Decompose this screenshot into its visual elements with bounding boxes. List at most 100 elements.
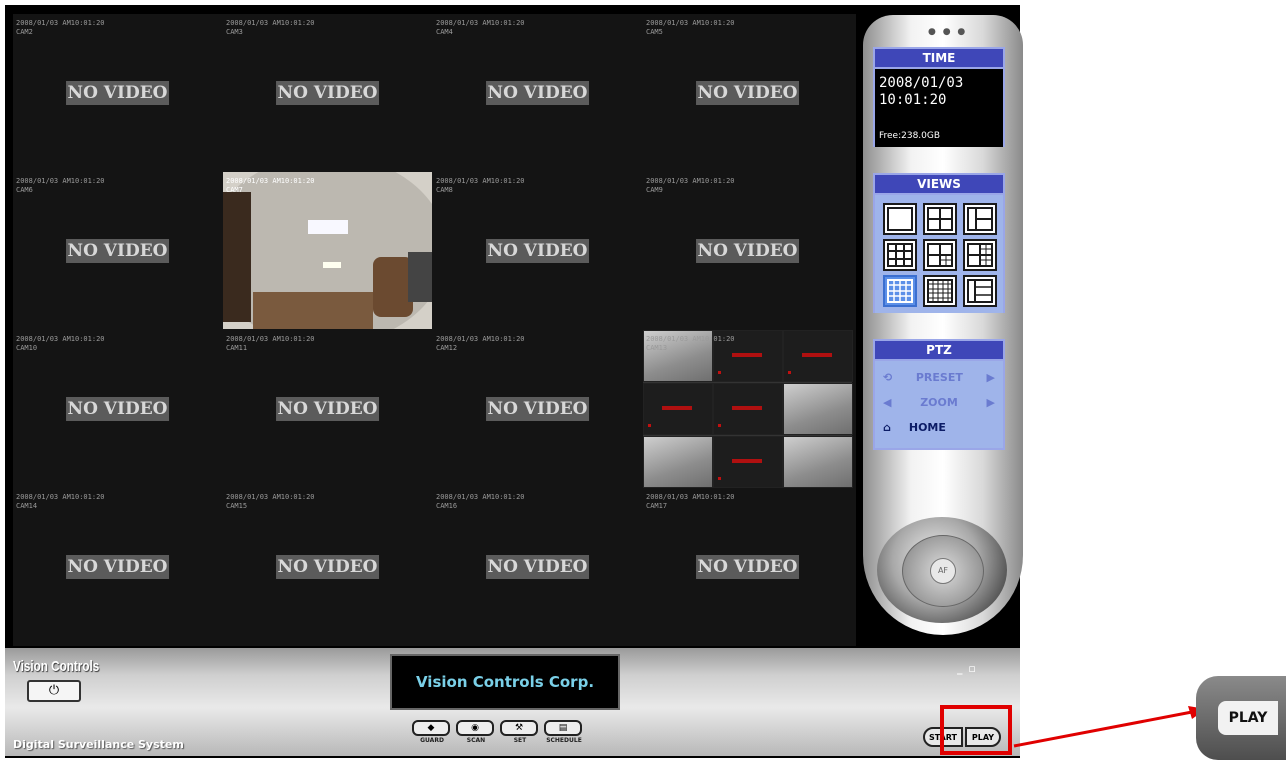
time-display: 2008/01/03 10:01:20 Free:238.0GB: [873, 69, 1005, 147]
camera-timestamp: 2008/01/03 AM10:01:20 CAM4: [436, 19, 525, 36]
set-label: SET: [513, 737, 527, 744]
no-video-label: NO VIDEO: [485, 396, 590, 421]
preset-icon[interactable]: ⟲: [883, 371, 892, 384]
camera-timestamp: 2008/01/03 AM10:01:20 CAM11: [226, 335, 315, 352]
zoom-out-icon[interactable]: ◀: [883, 396, 891, 409]
brand-logo: Vision Controls: [13, 658, 100, 675]
mini-camera-tile: [643, 383, 713, 435]
no-video-label: NO VIDEO: [695, 238, 800, 263]
play-button-zoom: PLAY: [1196, 676, 1286, 760]
calendar-icon: ▤: [544, 720, 582, 736]
no-video-label: NO VIDEO: [65, 554, 170, 579]
views-grid: [873, 195, 1005, 313]
no-video-label: NO VIDEO: [275, 80, 380, 105]
ptz-header: PTZ: [873, 339, 1005, 361]
mini-camera-tile: [713, 436, 783, 488]
camera-cell[interactable]: 2008/01/03 AM10:01:20 CAM17 NO VIDEO: [643, 488, 852, 645]
view-6-button[interactable]: [963, 203, 997, 235]
preset-label: PRESET: [915, 371, 963, 384]
camera-cell[interactable]: 2008/01/03 AM10:01:20 CAM16 NO VIDEO: [433, 488, 642, 645]
joystick-center-button[interactable]: AF: [930, 558, 956, 584]
mini-camera-tile: [783, 436, 853, 488]
no-video-label: NO VIDEO: [485, 238, 590, 263]
camera-cell[interactable]: 2008/01/03 AM10:01:20 CAM6 NO VIDEO: [13, 172, 222, 329]
no-video-label: NO VIDEO: [695, 554, 800, 579]
views-section: VIEWS: [873, 173, 1005, 313]
eye-icon: ◉: [456, 720, 494, 736]
camera-timestamp: 2008/01/03 AM10:01:20 CAM12: [436, 335, 525, 352]
camera-timestamp: 2008/01/03 AM10:01:20 CAM8: [436, 177, 525, 194]
camera-cell[interactable]: 2008/01/03 AM10:01:20 CAM7: [223, 172, 432, 329]
view-9-button[interactable]: [883, 239, 917, 271]
company-display: Vision Controls Corp.: [390, 654, 620, 710]
schedule-button[interactable]: ▤ SCHEDULE: [544, 720, 584, 744]
scan-label: SCAN: [466, 737, 486, 744]
view-25-button[interactable]: [923, 275, 957, 307]
camera-timestamp: 2008/01/03 AM10:01:20 CAM10: [16, 335, 105, 352]
camera-cell[interactable]: 2008/01/03 AM10:01:20 CAM15 NO VIDEO: [223, 488, 432, 645]
view-1-button[interactable]: [883, 203, 917, 235]
camera-timestamp: 2008/01/03 AM10:01:20 CAM17: [646, 493, 735, 510]
mini-camera-tile: [783, 383, 853, 435]
power-icon: ⏻: [48, 683, 60, 698]
guard-button[interactable]: ◆ GUARD: [412, 720, 452, 744]
no-video-label: NO VIDEO: [275, 396, 380, 421]
view-13-button[interactable]: [963, 239, 997, 271]
camera-cell[interactable]: 2008/01/03 AM10:01:20 CAM13: [643, 330, 853, 488]
preset-row: ⟲ PRESET ▶: [875, 365, 1003, 390]
camera-cell[interactable]: 2008/01/03 AM10:01:20 CAM4 NO VIDEO: [433, 14, 642, 171]
scan-button[interactable]: ◉ SCAN: [456, 720, 496, 744]
view-4-button[interactable]: [923, 203, 957, 235]
camera-timestamp: 2008/01/03 AM10:01:20 CAM13: [646, 335, 735, 352]
camera-cell[interactable]: 2008/01/03 AM10:01:20 CAM5 NO VIDEO: [643, 14, 852, 171]
camera-cell[interactable]: 2008/01/03 AM10:01:20 CAM3 NO VIDEO: [223, 14, 432, 171]
home-button[interactable]: ⌂ HOME: [875, 415, 1003, 440]
power-button[interactable]: ⏻: [27, 680, 81, 702]
camera-cell[interactable]: 2008/01/03 AM10:01:20 CAM8 NO VIDEO: [433, 172, 642, 329]
bottom-bar: Vision Controls ⏻ Digital Surveillance S…: [5, 648, 1020, 756]
live-camera-image: [223, 172, 432, 329]
view-custom-button[interactable]: [963, 275, 997, 307]
date-label: 2008/01/03: [879, 75, 964, 91]
preset-next-icon[interactable]: ▶: [987, 371, 995, 384]
view-16-button[interactable]: [883, 275, 917, 307]
zoom-in-icon[interactable]: ▶: [987, 396, 995, 409]
home-label: HOME: [908, 421, 946, 434]
home-icon: ⌂: [883, 421, 891, 434]
zoom-label: ZOOM: [920, 396, 958, 409]
camera-timestamp: 2008/01/03 AM10:01:20 CAM15: [226, 493, 315, 510]
ptz-controls: ⟲ PRESET ▶ ◀ ZOOM ▶ ⌂ HOME: [873, 361, 1005, 450]
camera-cell[interactable]: 2008/01/03 AM10:01:20 CAM14 NO VIDEO: [13, 488, 222, 645]
view-10-button[interactable]: [923, 239, 957, 271]
guard-icon: ◆: [412, 720, 450, 736]
time-header: TIME: [873, 47, 1005, 69]
multi-view-grid: [643, 330, 853, 488]
camera-cell[interactable]: 2008/01/03 AM10:01:20 CAM10 NO VIDEO: [13, 330, 222, 487]
no-video-label: NO VIDEO: [695, 80, 800, 105]
views-header: VIEWS: [873, 173, 1005, 195]
zoom-play-label: PLAY: [1218, 701, 1278, 735]
no-video-label: NO VIDEO: [65, 238, 170, 263]
set-button[interactable]: ⚒ SET: [500, 720, 540, 744]
camera-timestamp: 2008/01/03 AM10:01:20 CAM6: [16, 177, 105, 194]
camera-timestamp: 2008/01/03 AM10:01:20 CAM16: [436, 493, 525, 510]
no-video-label: NO VIDEO: [485, 80, 590, 105]
free-space-label: Free:238.0GB: [879, 131, 941, 141]
mode-buttons: ◆ GUARD ◉ SCAN ⚒ SET ▤ SCHEDULE: [412, 720, 584, 744]
window-controls[interactable]: _ ▫: [957, 662, 977, 675]
ptz-joystick[interactable]: AF: [877, 517, 1007, 623]
camera-cell[interactable]: 2008/01/03 AM10:01:20 CAM2 NO VIDEO: [13, 14, 222, 171]
no-video-label: NO VIDEO: [65, 396, 170, 421]
camera-timestamp: 2008/01/03 AM10:01:20 CAM14: [16, 493, 105, 510]
mini-camera-tile: [783, 330, 853, 382]
camera-timestamp: 2008/01/03 AM10:01:20 CAM7: [226, 177, 315, 194]
camera-timestamp: 2008/01/03 AM10:01:20 CAM3: [226, 19, 315, 36]
camera-timestamp: 2008/01/03 AM10:01:20 CAM2: [16, 19, 105, 36]
camera-cell[interactable]: 2008/01/03 AM10:01:20 CAM12 NO VIDEO: [433, 330, 642, 487]
schedule-label: SCHEDULE: [546, 737, 582, 744]
camera-cell[interactable]: 2008/01/03 AM10:01:20 CAM11 NO VIDEO: [223, 330, 432, 487]
camera-timestamp: 2008/01/03 AM10:01:20 CAM5: [646, 19, 735, 36]
camera-cell[interactable]: 2008/01/03 AM10:01:20 CAM9 NO VIDEO: [643, 172, 852, 329]
clock-label: 10:01:20: [879, 92, 947, 108]
play-highlight-box: [940, 705, 1012, 755]
